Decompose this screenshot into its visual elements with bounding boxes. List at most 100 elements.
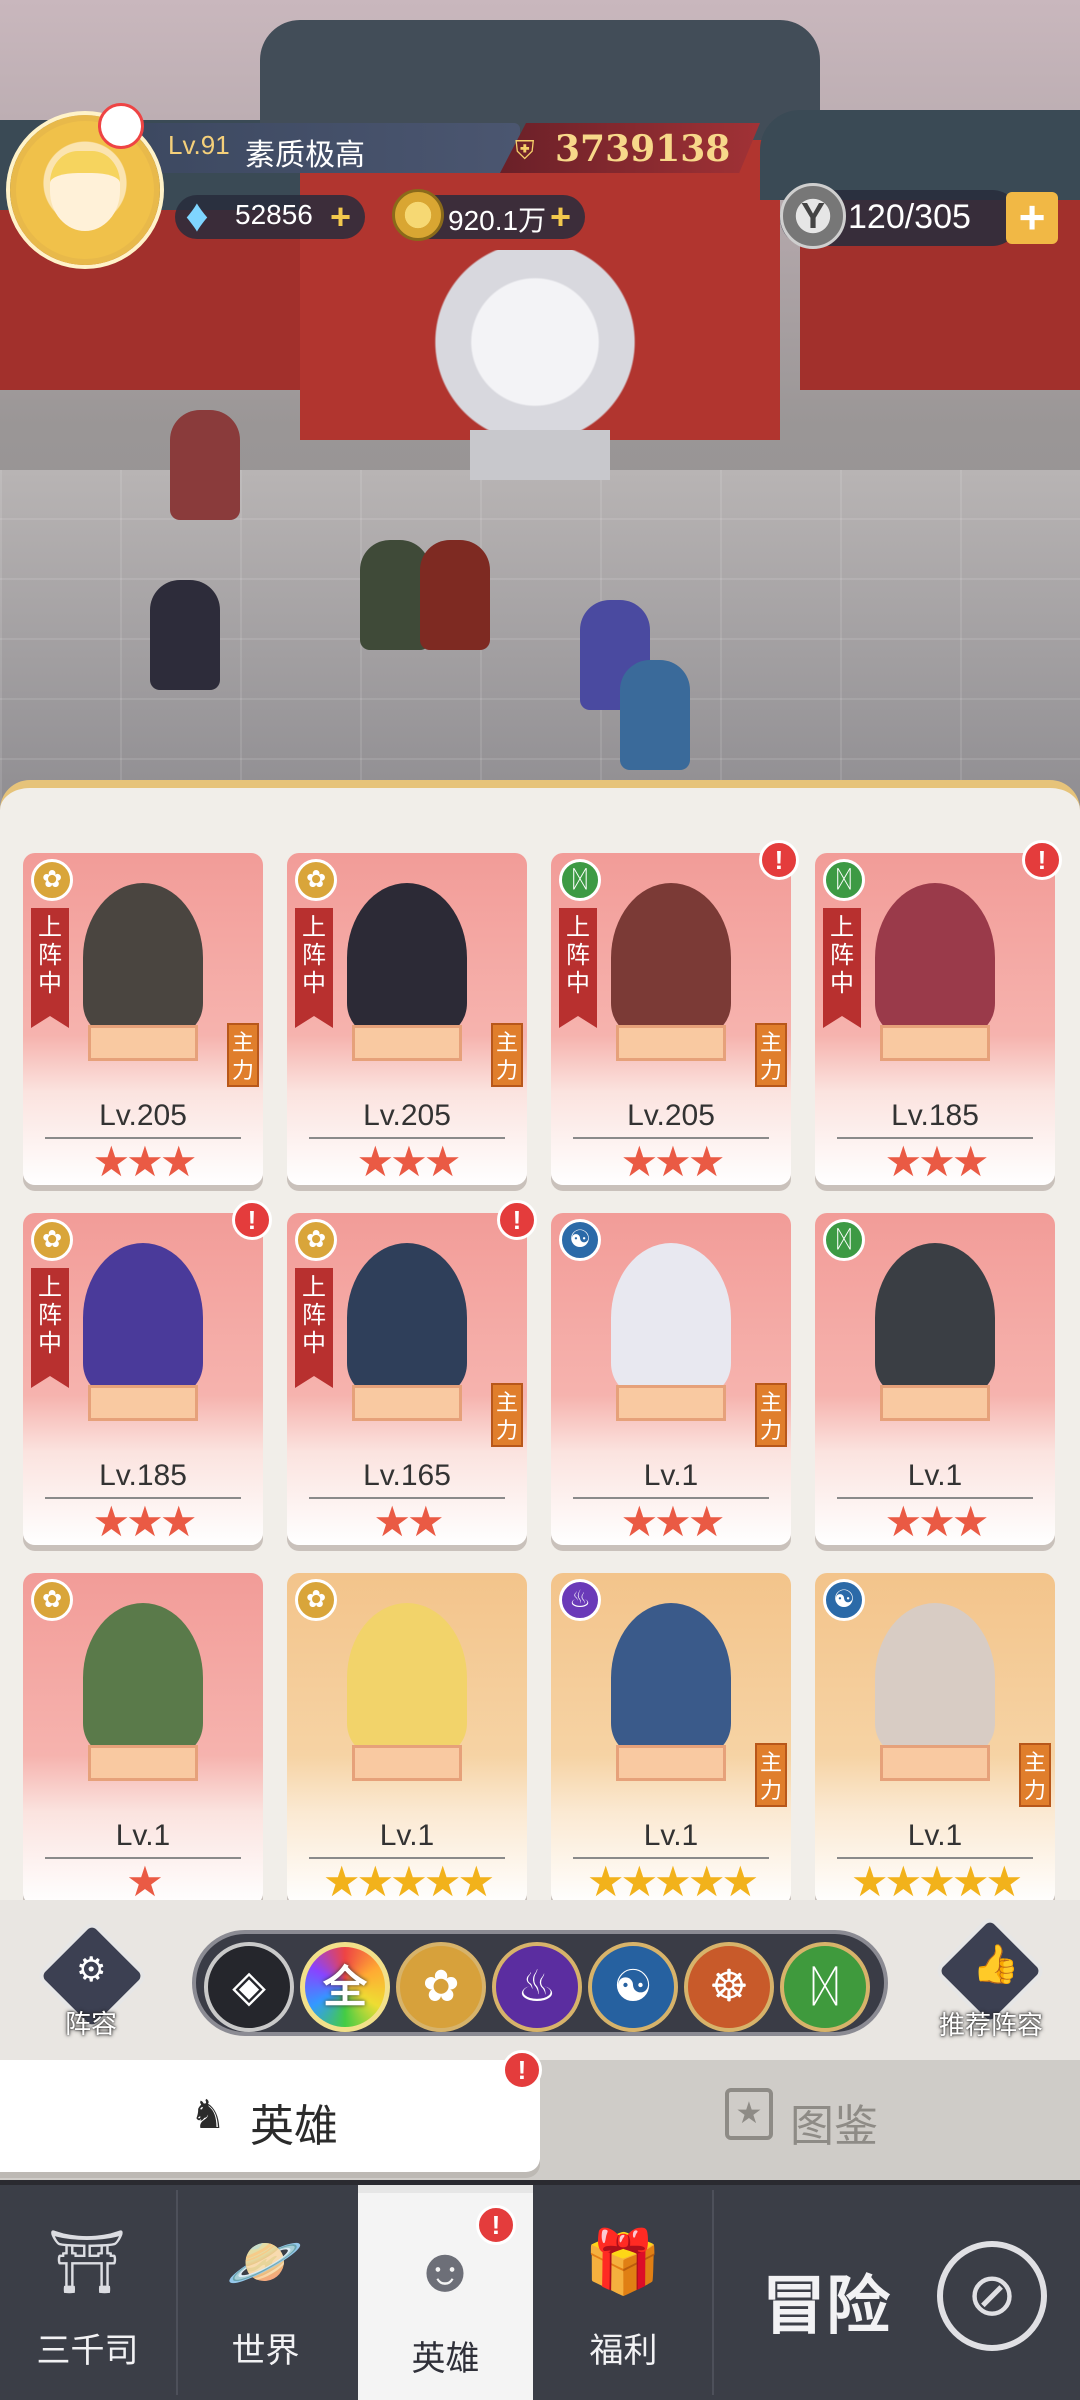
hero-sprite: [420, 540, 490, 650]
hero-pedestal: [352, 1385, 462, 1421]
nav-sanqiansi[interactable]: ⛩ 三千司: [0, 2185, 175, 2400]
nav-adventure[interactable]: 冒险 ⊘: [712, 2185, 1080, 2400]
hero-card[interactable]: ✿ 上阵中 Lv.185 ★★★: [23, 1213, 263, 1545]
hero-card[interactable]: ᛞ 上阵中 主力 Lv.205 ★★★: [551, 853, 791, 1185]
pagoda-icon: ⛩: [47, 2228, 127, 2297]
lotus-icon: ✿: [295, 1219, 337, 1261]
main-force-tag: 主力: [755, 1743, 787, 1807]
hero-card[interactable]: ♨ 主力 Lv.1 ★★★★★: [551, 1573, 791, 1905]
nav-sanqiansi-label: 三千司: [36, 2332, 139, 2370]
hero-level: Lv.1: [907, 1819, 963, 1852]
hero-level: Lv.1: [379, 1819, 435, 1852]
hero-level: Lv.185: [891, 1099, 979, 1132]
power-shield-icon: ⛨: [515, 135, 535, 165]
hero-sprite: [150, 580, 220, 690]
hero-pedestal: [880, 1745, 990, 1781]
filter-none-icon[interactable]: ◈: [204, 1942, 294, 2032]
hero-level: Lv.1: [115, 1819, 171, 1852]
hero-pedestal: [880, 1025, 990, 1061]
main-force-tag: 主力: [491, 1383, 523, 1447]
hero-card[interactable]: ✿ 上阵中 主力 Lv.165 ★★: [287, 1213, 527, 1545]
hero-portrait: [347, 883, 467, 1033]
deployed-tag: 上阵中: [559, 908, 597, 1028]
lotus-icon: ✿: [31, 859, 73, 901]
hero-level: Lv.1: [907, 1459, 963, 1492]
hero-stars: ★★★: [620, 1138, 726, 1185]
hero-portrait: [875, 1243, 995, 1393]
hero-card[interactable]: ᛞ 上阵中 Lv.185 ★★★: [815, 853, 1055, 1185]
filter-all-button[interactable]: 全: [300, 1942, 390, 2032]
dna-icon: ᛞ: [823, 859, 865, 901]
hero-level: Lv.205: [99, 1099, 187, 1132]
alert-badge: !: [476, 2205, 516, 2245]
hero-portrait: [611, 1243, 731, 1393]
hero-portrait: [347, 1243, 467, 1393]
hero-portrait: [83, 1243, 203, 1393]
nav-world-label: 世界: [231, 2332, 300, 2370]
filter-meditation-icon[interactable]: ☸: [684, 1942, 774, 2032]
hero-card[interactable]: ✿ 上阵中 主力 Lv.205 ★★★: [23, 853, 263, 1185]
diamond-icon: ♦: [185, 189, 209, 241]
nav-welfare[interactable]: 🎁 福利: [536, 2185, 711, 2400]
hero-pedestal: [880, 1385, 990, 1421]
filter-flame-icon[interactable]: ♨: [492, 1942, 582, 2032]
hero-stars: ★★★: [884, 1498, 990, 1545]
lotus-icon: ✿: [31, 1219, 73, 1261]
recommended-lineup-button[interactable]: 👍 推荐阵容: [910, 1914, 1070, 2040]
temple-roof-center: [260, 20, 820, 140]
alert-badge: !: [232, 1200, 272, 1240]
filter-dna-icon[interactable]: ᛞ: [780, 1942, 870, 2032]
hero-card[interactable]: ☯ 主力 Lv.1 ★★★★★: [815, 1573, 1055, 1905]
add-gems-button[interactable]: +: [330, 197, 351, 237]
hero-pedestal: [616, 1745, 726, 1781]
alert-badge: !: [759, 840, 799, 880]
hero-card[interactable]: ᛞ Lv.1 ★★★: [815, 1213, 1055, 1545]
hero-level: Lv.1: [643, 1819, 699, 1852]
yinyang-icon: ☯: [823, 1579, 865, 1621]
main-force-tag: 主力: [755, 1383, 787, 1447]
player-level: Lv.91: [168, 130, 230, 160]
main-force-tag: 主力: [491, 1023, 523, 1087]
recommend-label: 推荐阵容: [938, 2010, 1043, 2040]
hero-level: Lv.205: [363, 1099, 451, 1132]
player-avatar[interactable]: [10, 103, 160, 265]
yinyang-icon: ☯: [559, 1219, 601, 1261]
hero-stars: ★★★: [92, 1498, 198, 1545]
codex-star-icon: ★: [725, 2088, 773, 2140]
bunny-ornament-icon: [98, 103, 144, 149]
hero-level: Lv.205: [627, 1099, 715, 1132]
filter-lotus-icon[interactable]: ✿: [396, 1942, 486, 2032]
deployed-tag: 上阵中: [31, 1268, 69, 1388]
hero-card[interactable]: ☯ 主力 Lv.1 ★★★: [551, 1213, 791, 1545]
hero-card[interactable]: ✿ Lv.1 ★: [23, 1573, 263, 1905]
hero-stars: ★★★: [620, 1498, 726, 1545]
hero-stars: ★★★: [356, 1138, 462, 1185]
panel-edge: [0, 780, 1080, 820]
hero-stars: ★★★★★: [322, 1858, 495, 1905]
hero-card[interactable]: ✿ Lv.1 ★★★★★: [287, 1573, 527, 1905]
hero-stars: ★★★: [92, 1138, 198, 1185]
lineup-network-icon: ⚙: [76, 1951, 107, 1989]
hero-pedestal: [88, 1745, 198, 1781]
hero-stars: ★★★★★: [850, 1858, 1023, 1905]
nav-heroes-label: 英雄: [411, 2340, 480, 2378]
main-force-tag: 主力: [1019, 1743, 1051, 1807]
dna-icon: ᛞ: [559, 859, 601, 901]
nav-world[interactable]: 🪐 世界: [178, 2185, 353, 2400]
main-force-tag: 主力: [227, 1023, 259, 1087]
nav-adventure-label: 冒险: [762, 2270, 890, 2342]
lotus-icon: ✿: [295, 859, 337, 901]
hero-head-icon: ☻: [412, 2236, 478, 2305]
nav-welfare-label: 福利: [589, 2332, 658, 2370]
alert-badge: !: [502, 2050, 542, 2090]
hero-card[interactable]: ✿ 上阵中 主力 Lv.205 ★★★: [287, 853, 527, 1185]
hero-pedestal: [88, 1385, 198, 1421]
planet-icon: 🪐: [226, 2228, 304, 2297]
gold-value: 920.1万: [448, 205, 547, 236]
main-force-tag: 主力: [755, 1023, 787, 1087]
filter-yinyang-icon[interactable]: ☯: [588, 1942, 678, 2032]
add-stamina-button[interactable]: +: [1006, 192, 1058, 244]
tab-codex[interactable]: 图鉴: [790, 2090, 878, 2154]
lineup-button[interactable]: ⚙ 阵容: [35, 1919, 149, 2040]
add-gold-button[interactable]: +: [550, 197, 571, 237]
